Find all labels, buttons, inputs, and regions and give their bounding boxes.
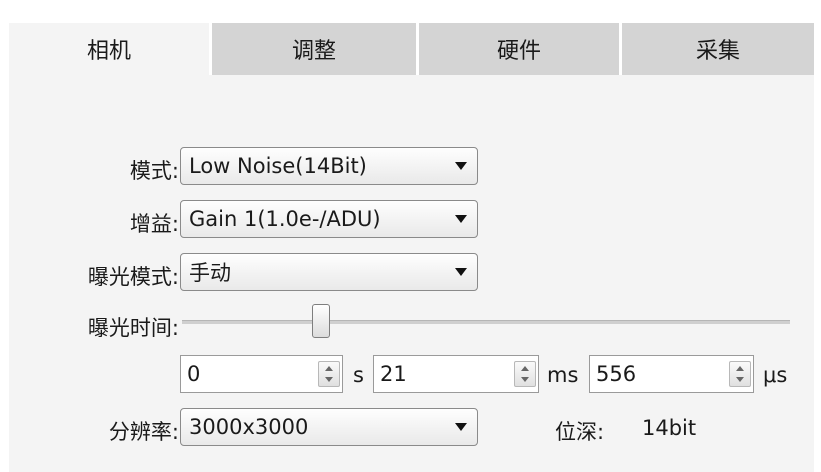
gain-label: 增益: bbox=[129, 212, 179, 236]
exposure-slider-track[interactable] bbox=[182, 320, 790, 324]
arrow-down-icon bbox=[325, 377, 333, 382]
arrow-down-icon bbox=[521, 377, 529, 382]
chevron-down-icon bbox=[455, 162, 467, 170]
resolution-value: 3000x3000 bbox=[189, 415, 309, 439]
seconds-spinbox[interactable]: 0 bbox=[180, 355, 343, 393]
microseconds-value: 556 bbox=[596, 362, 637, 386]
seconds-unit: s bbox=[353, 363, 364, 387]
mode-label: 模式: bbox=[129, 159, 179, 183]
mode-value: Low Noise(14Bit) bbox=[189, 154, 367, 178]
chevron-down-icon bbox=[455, 268, 467, 276]
microseconds-stepper[interactable] bbox=[729, 361, 751, 387]
mode-select[interactable]: Low Noise(14Bit) bbox=[180, 147, 478, 185]
milliseconds-value: 21 bbox=[380, 362, 407, 386]
exposure-slider-thumb[interactable] bbox=[312, 304, 330, 338]
gain-select[interactable]: Gain 1(1.0e-/ADU) bbox=[180, 200, 478, 238]
resolution-select[interactable]: 3000x3000 bbox=[180, 408, 478, 446]
arrow-up-icon bbox=[325, 366, 333, 371]
tab-capture[interactable]: 采集 bbox=[619, 23, 814, 75]
milliseconds-unit: ms bbox=[547, 363, 579, 387]
bit-depth-value: 14bit bbox=[642, 416, 697, 440]
gain-value: Gain 1(1.0e-/ADU) bbox=[189, 207, 381, 231]
milliseconds-stepper[interactable] bbox=[514, 361, 536, 387]
arrow-up-icon bbox=[521, 366, 529, 371]
chevron-down-icon bbox=[455, 215, 467, 223]
exposure-mode-value: 手动 bbox=[189, 261, 231, 285]
tab-camera[interactable]: 相机 bbox=[9, 23, 209, 75]
exposure-mode-label: 曝光模式: bbox=[87, 265, 179, 289]
arrow-up-icon bbox=[736, 366, 744, 371]
seconds-stepper[interactable] bbox=[318, 361, 340, 387]
exposure-mode-select[interactable]: 手动 bbox=[180, 253, 478, 291]
bit-depth-label: 位深: bbox=[555, 420, 605, 444]
microseconds-spinbox[interactable]: 556 bbox=[589, 355, 754, 393]
camera-settings-panel: 相机 调整 硬件 采集 模式: Low Noise(14Bit) 增益: Gai… bbox=[9, 23, 814, 472]
tab-bar: 相机 调整 硬件 采集 bbox=[9, 23, 814, 75]
seconds-value: 0 bbox=[187, 362, 201, 386]
arrow-down-icon bbox=[736, 377, 744, 382]
tab-adjust[interactable]: 调整 bbox=[209, 23, 416, 75]
resolution-label: 分辨率: bbox=[108, 420, 179, 444]
chevron-down-icon bbox=[455, 423, 467, 431]
tab-hardware[interactable]: 硬件 bbox=[416, 23, 619, 75]
milliseconds-spinbox[interactable]: 21 bbox=[373, 355, 539, 393]
exposure-time-label: 曝光时间: bbox=[87, 316, 179, 340]
microseconds-unit: μs bbox=[763, 363, 788, 387]
